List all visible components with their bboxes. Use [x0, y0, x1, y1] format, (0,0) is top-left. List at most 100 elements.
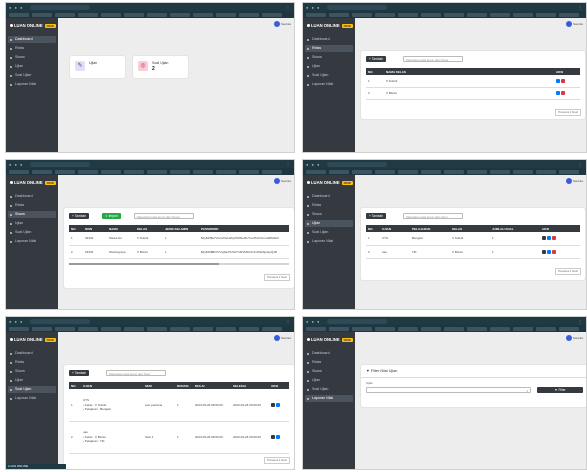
- delete-icon[interactable]: [552, 236, 556, 241]
- delete-icon[interactable]: [561, 91, 565, 96]
- avatar: [565, 335, 572, 342]
- address-bar[interactable]: [327, 4, 387, 10]
- brand[interactable]: LUAN ONLINE RKW: [307, 23, 353, 28]
- search-input[interactable]: Masukkan kata kunci dari Soal: [106, 370, 166, 376]
- user-menu[interactable]: Nautika: [273, 335, 291, 342]
- sidebar-item-soal-ujian[interactable]: Soal Ujian: [8, 229, 56, 236]
- sidebar-item-laporan-nilai[interactable]: Laporan Nilai: [305, 238, 353, 245]
- sidebar-item-soal-ujian[interactable]: Soal Ujian: [8, 72, 56, 79]
- pagination[interactable]: Previous 1 Next: [555, 109, 581, 116]
- search-input[interactable]: Masukkan kata kunci dari Ujian: [403, 213, 463, 219]
- sidebar-item-ujian[interactable]: Ujian: [305, 220, 353, 227]
- brand[interactable]: LUAN ONLINE RKW: [307, 337, 353, 342]
- edit-icon[interactable]: [556, 91, 560, 96]
- edit-icon[interactable]: [556, 78, 560, 83]
- sidebar-item-soal-ujian[interactable]: Soal Ujian: [305, 72, 353, 79]
- avatar: [273, 21, 280, 28]
- main-content: Nautika ▼ Filter Nilai Ujian Ujian ▾ ▼ F…: [355, 332, 586, 469]
- main-content: Nautika ✎ Ujian ◎ Soal Ujian 2: [58, 18, 294, 152]
- sidebar-item-ujian[interactable]: Ujian: [305, 377, 353, 384]
- bookmarks-bar: [6, 11, 294, 18]
- user-menu[interactable]: Nautika: [273, 178, 291, 185]
- add-button[interactable]: + Tambah: [366, 213, 387, 219]
- edit-icon[interactable]: [276, 402, 280, 407]
- logo-icon: [307, 338, 310, 342]
- sidebar-item-dashboard[interactable]: Dashboard: [8, 350, 56, 357]
- edit-icon[interactable]: [547, 236, 551, 241]
- horizontal-scrollbar[interactable]: [69, 263, 289, 265]
- ujian-select[interactable]: ▾: [366, 387, 531, 393]
- sidebar-item-ujian[interactable]: Ujian: [305, 63, 353, 70]
- brand[interactable]: LUAN ONLINE RKW: [10, 337, 56, 342]
- sidebar-item-soal-ujian[interactable]: Soal Ujian: [8, 386, 56, 393]
- address-bar[interactable]: [30, 318, 90, 324]
- sidebar-item-relas[interactable]: Relas: [305, 45, 353, 52]
- add-button[interactable]: + Tambah: [69, 213, 90, 219]
- user-menu[interactable]: Nautika: [565, 21, 583, 28]
- sidebar-item-relas[interactable]: Relas: [305, 359, 353, 366]
- search-input[interactable]: Masukkan kata kunci dari Siswa: [134, 213, 194, 219]
- sidebar-item-soal-ujian[interactable]: Soal Ujian: [305, 229, 353, 236]
- edit-icon[interactable]: [276, 435, 280, 440]
- screenshot-kelas: ● ● ● ⋮ LUAN ONLINE RKW Dashboard Relas Si…: [302, 2, 587, 153]
- ujian-card: + Tambah Masukkan kata kunci dari Ujian …: [361, 208, 585, 280]
- sidebar-item-siswa[interactable]: Siswa: [305, 54, 353, 61]
- edit-icon[interactable]: [547, 249, 551, 254]
- sidebar-item-ujian[interactable]: Ujian: [8, 220, 56, 227]
- view-icon[interactable]: [271, 402, 275, 407]
- pagination[interactable]: Previous 1 Next: [555, 268, 581, 275]
- sidebar-item-siswa[interactable]: Siswa: [8, 54, 56, 61]
- brand[interactable]: LUAN ONLINE RKW: [10, 23, 56, 28]
- sidebar-item-siswa[interactable]: Siswa: [305, 368, 353, 375]
- delete-icon[interactable]: [561, 78, 565, 83]
- user-menu[interactable]: Nautika: [565, 178, 583, 185]
- table-row: 1X Teknik: [366, 75, 580, 88]
- view-icon[interactable]: [542, 249, 546, 254]
- address-bar[interactable]: [327, 318, 387, 324]
- sidebar-item-dashboard[interactable]: Dashboard: [305, 193, 353, 200]
- sidebar-item-laporan-nilai[interactable]: Laporan Nilai: [305, 81, 353, 88]
- sidebar-item-siswa[interactable]: Siswa: [8, 211, 56, 218]
- pagination[interactable]: Previous 1 Next: [264, 274, 290, 281]
- sidebar-item-siswa[interactable]: Siswa: [8, 368, 56, 375]
- sidebar-item-ujian[interactable]: Ujian: [8, 377, 56, 384]
- view-icon[interactable]: [271, 435, 275, 440]
- sidebar-item-siswa[interactable]: Siswa: [305, 211, 353, 218]
- logo-icon: [10, 181, 13, 185]
- filter-title: ▼ Filter Nilai Ujian: [366, 369, 398, 373]
- sidebar-item-relas[interactable]: Relas: [8, 359, 56, 366]
- user-menu[interactable]: Nautika: [565, 335, 583, 342]
- sidebar-item-dashboard[interactable]: Dashboard: [305, 350, 353, 357]
- sidebar-item-laporan-nilai[interactable]: Laporan Nilai: [8, 238, 56, 245]
- add-button[interactable]: + Tambah: [69, 370, 90, 376]
- view-icon[interactable]: [542, 236, 546, 241]
- address-bar[interactable]: [30, 4, 90, 10]
- sidebar-item-laporan-nilai[interactable]: Laporan Nilai: [8, 395, 56, 402]
- address-bar[interactable]: [327, 161, 387, 167]
- pagination[interactable]: Previous 1 Next: [264, 457, 290, 464]
- sidebar-item-relas[interactable]: Relas: [8, 45, 56, 52]
- search-input[interactable]: Masukkan kata kunci dari Kelas: [403, 56, 463, 62]
- taskbar: LUAN ONLINE: [6, 464, 66, 469]
- sidebar-item-relas[interactable]: Relas: [305, 202, 353, 209]
- brand[interactable]: LUAN ONLINE RKW: [307, 180, 353, 185]
- address-bar[interactable]: [30, 161, 90, 167]
- bookmarks-bar: [303, 168, 586, 175]
- sidebar-item-laporan-nilai[interactable]: Laporan Nilai: [8, 81, 56, 88]
- brand[interactable]: LUAN ONLINE RKW: [10, 180, 56, 185]
- sidebar-item-ujian[interactable]: Ujian: [8, 63, 56, 70]
- sidebar-item-relas[interactable]: Relas: [8, 202, 56, 209]
- sidebar-item-laporan-nilai[interactable]: Laporan Nilai: [305, 395, 353, 402]
- sidebar-item-dashboard[interactable]: Dashboard: [8, 36, 56, 43]
- delete-icon[interactable]: [552, 249, 556, 254]
- filter-button[interactable]: ▼ Filter: [537, 387, 583, 393]
- logo-icon: [10, 24, 13, 28]
- sidebar-item-dashboard[interactable]: Dashboard: [8, 193, 56, 200]
- import-button[interactable]: ⇪ Import: [102, 213, 121, 219]
- table-row: 2X Bisnis: [366, 87, 580, 100]
- sidebar-item-dashboard[interactable]: Dashboard: [305, 36, 353, 43]
- add-button[interactable]: + Tambah: [366, 56, 387, 62]
- user-menu[interactable]: Nautika: [273, 21, 291, 28]
- sidebar-item-soal-ujian[interactable]: Soal Ujian: [305, 386, 353, 393]
- screenshot-soal-ujian: ● ● ● ⋮ LUAN ONLINE RKW Dashboard Relas Si…: [5, 316, 295, 470]
